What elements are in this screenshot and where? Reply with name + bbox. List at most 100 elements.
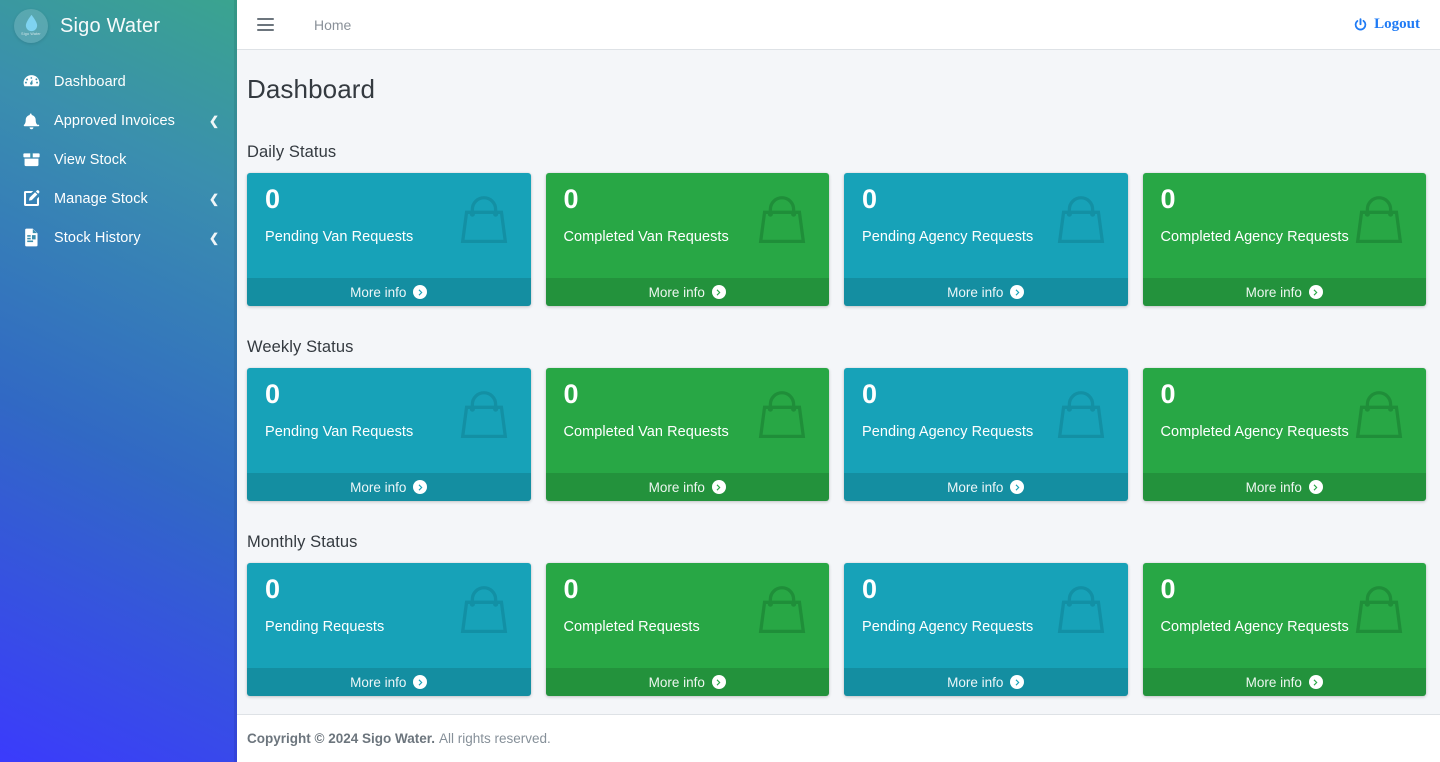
app-root: Sigo Water Sigo Water Dashboard Approved… — [0, 0, 1440, 762]
stat-card[interactable]: 0 Completed Agency Requests More info — [1142, 368, 1427, 501]
stat-card-label: Pending Agency Requests — [862, 424, 1034, 441]
sidebar-item-approved-invoices[interactable]: Approved Invoices ❮ — [0, 101, 237, 140]
box-icon — [22, 150, 41, 169]
stat-card-label: Pending Van Requests — [265, 229, 414, 246]
stat-card-label: Pending Van Requests — [265, 424, 414, 441]
stat-card[interactable]: 0 Completed Agency Requests More info — [1142, 173, 1426, 306]
sidebar-item-dashboard[interactable]: Dashboard — [0, 62, 237, 101]
hamburger-bar — [257, 23, 274, 26]
section-title: Weekly Status — [247, 338, 354, 356]
sidebar-item-stock-history[interactable]: Stock History ❮ — [0, 218, 237, 257]
stat-card[interactable]: 0 Pending Agency Requests More info — [844, 368, 1128, 501]
stat-card[interactable]: 0 Completed Requests More info — [545, 563, 830, 696]
stat-card[interactable]: 0 Pending Requests More info — [247, 563, 531, 696]
stat-card-label: Completed Agency Requests — [1160, 619, 1349, 636]
page-footer: Copyright © 2024 Sigo Water. All rights … — [237, 714, 1440, 762]
stat-card-body: 0 Pending Agency Requests — [844, 563, 1128, 668]
more-info-label: More info — [648, 284, 705, 300]
more-info-link[interactable]: More info — [247, 668, 531, 696]
sidebar-item-manage-stock[interactable]: Manage Stock ❮ — [0, 179, 237, 218]
sidebar-item-view-stock[interactable]: View Stock — [0, 140, 237, 179]
arrow-right-circle-icon — [711, 675, 726, 689]
tachometer-icon — [22, 72, 41, 91]
more-info-label: More info — [947, 674, 1004, 690]
more-info-label: More info — [350, 479, 407, 495]
section-daily-status: Daily Status 0 Pending Van Requests More… — [247, 143, 1426, 306]
logout-button[interactable]: Logout — [1353, 16, 1424, 33]
more-info-label: More info — [648, 674, 705, 690]
arrow-right-circle-icon — [1010, 285, 1025, 299]
more-info-link[interactable]: More info — [844, 473, 1128, 501]
logout-label: Logout — [1374, 16, 1420, 32]
arrow-right-circle-icon — [1010, 675, 1025, 689]
more-info-link[interactable]: More info — [844, 668, 1128, 696]
stat-card[interactable]: 0 Completed Van Requests More info — [545, 173, 830, 306]
sidebar-item-label: View Stock — [54, 151, 127, 168]
stat-card[interactable]: 0 Pending Agency Requests More info — [844, 563, 1128, 696]
section-weekly-status: Weekly Status 0 Pending Van Requests Mor… — [247, 338, 1426, 501]
stat-card-value: 0 — [265, 574, 280, 604]
sidebar: Sigo Water Sigo Water Dashboard Approved… — [0, 0, 237, 762]
bell-icon — [22, 111, 41, 130]
stat-card-body: 0 Completed Van Requests — [546, 368, 830, 473]
stat-card-value: 0 — [862, 184, 877, 214]
more-info-label: More info — [1245, 674, 1302, 690]
stat-card-body: 0 Completed Agency Requests — [1143, 563, 1427, 668]
more-info-link[interactable]: More info — [1142, 668, 1426, 696]
stat-card-value: 0 — [1160, 574, 1176, 604]
stat-card-label: Completed Agency Requests — [1160, 229, 1349, 246]
chevron-left-icon: ❮ — [208, 230, 219, 245]
nav-link-home[interactable]: Home — [314, 17, 351, 33]
stat-card-label: Completed Van Requests — [563, 424, 729, 441]
sidebar-item-label: Dashboard — [54, 73, 126, 90]
more-info-link[interactable]: More info — [844, 278, 1128, 306]
stat-card-label: Pending Agency Requests — [862, 229, 1034, 246]
cards-row: 0 Pending Van Requests More info 0 Compl… — [247, 368, 1426, 501]
more-info-link[interactable]: More info — [545, 668, 829, 696]
arrow-right-circle-icon — [413, 480, 428, 494]
page-title: Dashboard — [247, 74, 376, 104]
more-info-link[interactable]: More info — [1142, 278, 1426, 306]
stat-card-label: Completed Van Requests — [563, 229, 729, 246]
more-info-label: More info — [648, 479, 705, 495]
stat-card-body: 0 Completed Agency Requests — [1143, 368, 1427, 473]
edit-square-icon — [22, 189, 41, 208]
more-info-link[interactable]: More info — [545, 278, 829, 306]
stat-card-label: Pending Agency Requests — [862, 619, 1034, 636]
arrow-right-circle-icon — [1308, 480, 1323, 494]
stat-card-body: 0 Pending Agency Requests — [844, 173, 1128, 278]
more-info-link[interactable]: More info — [545, 473, 829, 501]
stat-card-label: Completed Agency Requests — [1160, 424, 1349, 441]
footer-copyright: Copyright © 2024 Sigo Water. — [247, 731, 435, 746]
stat-card[interactable]: 0 Completed Van Requests More info — [545, 368, 830, 501]
file-text-icon — [22, 228, 41, 247]
stat-card[interactable]: 0 Pending Agency Requests More info — [844, 173, 1128, 306]
more-info-label: More info — [1245, 284, 1302, 300]
stat-card-value: 0 — [563, 574, 579, 604]
more-info-link[interactable]: More info — [247, 278, 531, 306]
stat-card-value: 0 — [1160, 379, 1176, 409]
arrow-right-circle-icon — [1308, 285, 1323, 299]
more-info-label: More info — [947, 284, 1004, 300]
stat-card[interactable]: 0 Pending Van Requests More info — [247, 368, 531, 501]
stat-card-value: 0 — [563, 379, 579, 409]
more-info-link[interactable]: More info — [247, 473, 531, 501]
arrow-right-circle-icon — [413, 285, 428, 299]
section-title: Monthly Status — [247, 533, 358, 551]
brand[interactable]: Sigo Water Sigo Water — [0, 0, 237, 52]
stat-card-body: 0 Completed Requests — [546, 563, 830, 668]
stat-card[interactable]: 0 Completed Agency Requests More info — [1142, 563, 1427, 696]
stat-card[interactable]: 0 Pending Van Requests More info — [247, 173, 531, 306]
arrow-right-circle-icon — [1010, 480, 1025, 494]
page-content: Dashboard Daily Status 0 Pending Van Req… — [237, 50, 1440, 714]
stat-card-value: 0 — [862, 379, 877, 409]
hamburger-bar — [257, 18, 274, 20]
stat-card-body: 0 Completed Van Requests — [546, 173, 830, 278]
arrow-right-circle-icon — [711, 285, 726, 299]
cards-row: 0 Pending Van Requests More info 0 Compl… — [247, 173, 1426, 306]
arrow-right-circle-icon — [711, 480, 726, 494]
stat-card-body: 0 Pending Agency Requests — [844, 368, 1128, 473]
chevron-left-icon: ❮ — [208, 191, 219, 206]
hamburger-icon[interactable] — [255, 14, 277, 36]
more-info-link[interactable]: More info — [1142, 473, 1426, 501]
